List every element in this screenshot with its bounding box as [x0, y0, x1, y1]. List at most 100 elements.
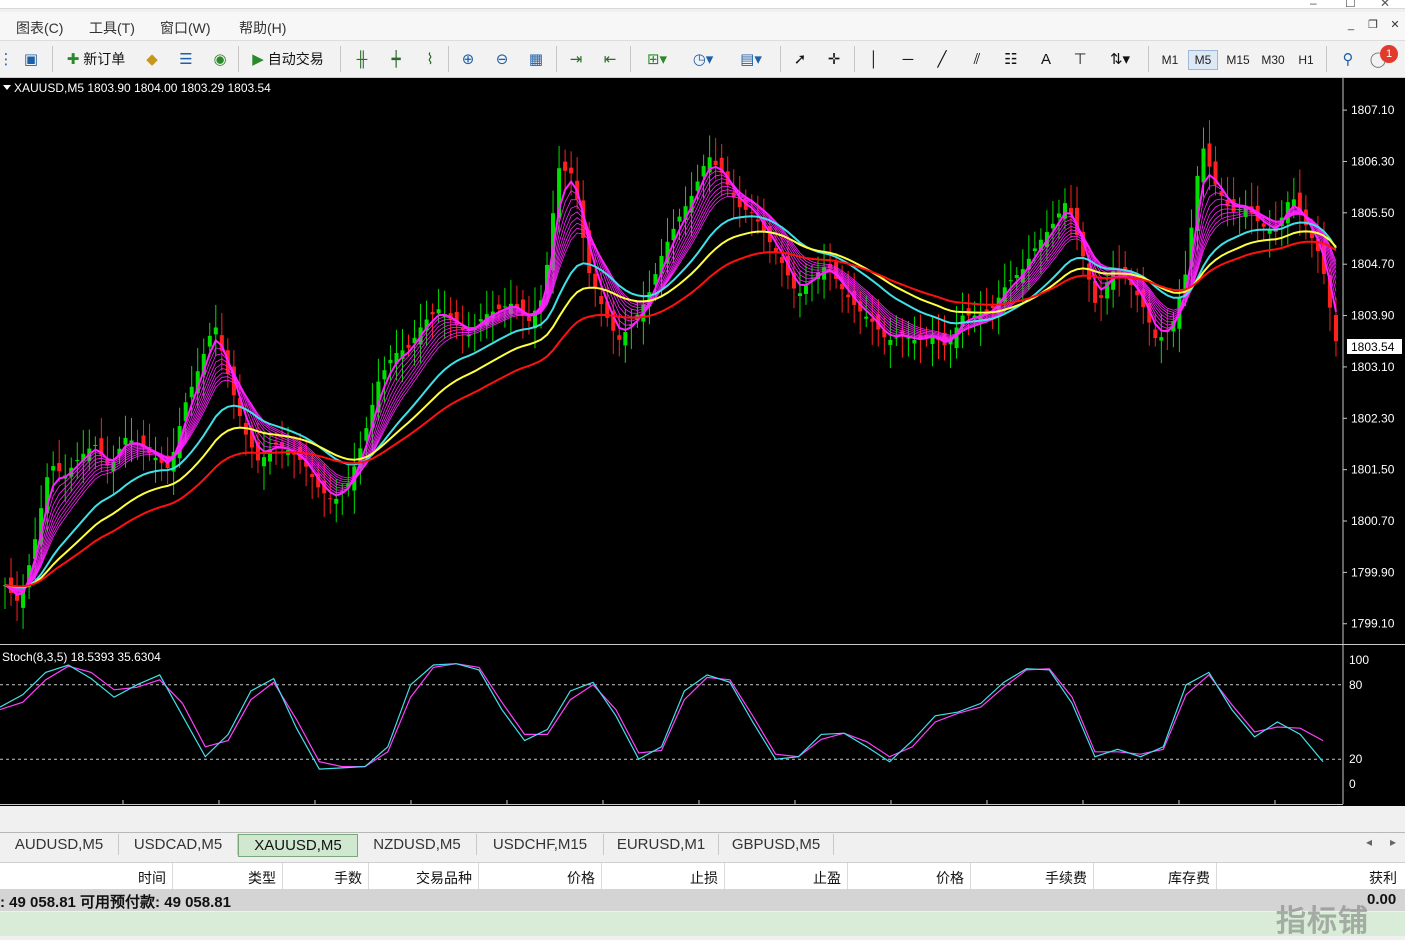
col-symbol[interactable]: 交易品种: [380, 868, 472, 888]
timeframe-m5[interactable]: M5: [1188, 50, 1218, 70]
signals-icon[interactable]: ◉: [208, 46, 232, 72]
candle-body: [755, 219, 760, 222]
col-swap[interactable]: 库存费: [1112, 868, 1210, 888]
candle-body: [1333, 315, 1338, 342]
timeframe-m30[interactable]: M30: [1257, 50, 1289, 70]
toolbar-divider: [340, 46, 341, 72]
col-current-price[interactable]: 价格: [866, 868, 964, 888]
col-profit[interactable]: 获利: [1300, 868, 1397, 888]
tab-audusd[interactable]: AUDUSD,M5: [0, 834, 119, 855]
candle-body: [436, 309, 441, 314]
chart-menu-icon[interactable]: [3, 85, 11, 90]
candle-body: [779, 256, 784, 263]
candle-body: [1032, 248, 1037, 252]
auto-trading-button[interactable]: ▶ 自动交易: [242, 46, 334, 72]
timeframe-h1[interactable]: H1: [1292, 50, 1320, 70]
price-tick-label: 1799.90: [1351, 565, 1395, 579]
chart-header: XAUUSD,M5 1803.90 1804.00 1803.29 1803.5…: [14, 81, 271, 95]
tile-windows-icon[interactable]: ▦: [524, 46, 548, 72]
col-lots[interactable]: 手数: [290, 868, 362, 888]
close-icon[interactable]: ✕: [1380, 0, 1390, 10]
cursor-icon[interactable]: ➚: [788, 46, 812, 72]
search-icon[interactable]: ⚲: [1336, 46, 1360, 72]
candle-body: [1261, 223, 1266, 227]
crosshair-icon[interactable]: ✛: [822, 46, 846, 72]
stoch-level-label: 0: [1349, 777, 1356, 791]
new-order-button[interactable]: ✚ 新订单: [58, 46, 134, 72]
menu-charts[interactable]: 图表(C): [16, 18, 63, 38]
child-close-icon[interactable]: ✕: [1386, 16, 1404, 34]
toolbar-divider: [780, 46, 781, 72]
child-restore-icon[interactable]: ❐: [1364, 16, 1382, 34]
candle-body: [51, 466, 56, 471]
col-commission[interactable]: 手续费: [990, 868, 1087, 888]
col-stop-loss[interactable]: 止损: [620, 868, 718, 888]
text-tool-icon[interactable]: A: [1034, 46, 1058, 72]
candle-body: [990, 305, 995, 308]
candle-body: [310, 474, 315, 478]
new-order-icon: ✚: [66, 51, 80, 68]
candlestick-chart-icon[interactable]: ┿: [384, 46, 408, 72]
autoscroll-icon[interactable]: ⇥: [564, 46, 588, 72]
zoom-in-icon[interactable]: ⊕: [456, 46, 480, 72]
balance-row[interactable]: : 49 058.81 可用预付款: 49 058.81 0.00: [0, 889, 1405, 911]
menu-help[interactable]: 帮助(H): [239, 18, 286, 38]
price-chart[interactable]: 1807.10 1806.30 1805.50 1804.70 1803.90 1803.…: [0, 78, 1405, 806]
moving-averages-layer: [4, 165, 1337, 597]
col-time[interactable]: 时间: [100, 868, 166, 888]
price-tick-label: 1806.30: [1351, 154, 1395, 168]
candle-body: [1099, 295, 1104, 298]
equidistant-channel-icon[interactable]: ⫽: [964, 46, 990, 72]
ma-ribbon-line: [4, 192, 1337, 590]
text-label-icon[interactable]: ⊤: [1068, 46, 1092, 72]
price-tick-label: 1800.70: [1351, 514, 1395, 528]
site-watermark: 指标铺: [1276, 905, 1369, 938]
tab-gbpusd[interactable]: GBPUSD,M5: [719, 834, 834, 855]
arrows-dropdown-icon[interactable]: ⇅▾: [1100, 46, 1140, 72]
candle-body: [593, 273, 598, 289]
candle-body: [526, 316, 531, 322]
menu-tools[interactable]: 工具(T): [89, 18, 135, 38]
child-minimize-icon[interactable]: _: [1342, 16, 1360, 34]
chart-shift-icon[interactable]: ⇤: [598, 46, 622, 72]
candle-body: [328, 498, 333, 500]
vertical-line-icon[interactable]: │: [862, 46, 886, 72]
tab-eurusd[interactable]: EURUSD,M1: [604, 834, 719, 855]
price-tick-label: 1805.50: [1351, 206, 1395, 220]
candle-body: [1056, 213, 1061, 218]
profiles-icon[interactable]: ▣: [18, 46, 44, 72]
candle-body: [189, 386, 194, 398]
tab-usdcad[interactable]: USDCAD,M5: [119, 834, 238, 855]
candle-body: [1014, 275, 1019, 279]
candle-body: [617, 335, 622, 340]
market-watch-icon[interactable]: ☰: [174, 46, 198, 72]
maximize-icon[interactable]: ☐: [1345, 0, 1356, 10]
tab-usdchf[interactable]: USDCHF,M15: [477, 834, 604, 855]
chart-window[interactable]: 1807.10 1806.30 1805.50 1804.70 1803.90 1803.…: [0, 78, 1405, 806]
indicators-dropdown-icon[interactable]: ⊞▾: [638, 46, 676, 72]
bar-chart-icon[interactable]: ╫: [350, 46, 374, 72]
trendline-icon[interactable]: ╱: [930, 46, 954, 72]
gold-icon[interactable]: ◆: [140, 46, 164, 72]
tab-scroll-right-icon[interactable]: ▸: [1390, 835, 1396, 849]
templates-dropdown-icon[interactable]: ▤▾: [730, 46, 772, 72]
line-chart-icon[interactable]: ⌇: [418, 46, 442, 72]
col-price[interactable]: 价格: [500, 868, 595, 888]
timeframe-m1[interactable]: M1: [1156, 50, 1184, 70]
col-divider: [478, 863, 479, 889]
col-type[interactable]: 类型: [200, 868, 276, 888]
minimize-icon[interactable]: –: [1310, 0, 1317, 10]
tab-xauusd[interactable]: XAUUSD,M5: [238, 834, 358, 857]
tab-scroll-left-icon[interactable]: ◂: [1366, 835, 1372, 849]
fibonacci-icon[interactable]: ☷: [998, 46, 1024, 72]
menu-window[interactable]: 窗口(W): [160, 18, 211, 38]
tab-nzdusd[interactable]: NZDUSD,M5: [358, 834, 477, 855]
periods-dropdown-icon[interactable]: ◷▾: [684, 46, 722, 72]
total-profit: 0.00: [1367, 891, 1397, 908]
price-tick-label: 1799.10: [1351, 617, 1395, 631]
timeframe-m15[interactable]: M15: [1222, 50, 1254, 70]
notification-badge[interactable]: 1: [1380, 45, 1398, 63]
horizontal-line-icon[interactable]: ─: [896, 46, 920, 72]
col-take-profit[interactable]: 止盈: [742, 868, 841, 888]
zoom-out-icon[interactable]: ⊖: [490, 46, 514, 72]
